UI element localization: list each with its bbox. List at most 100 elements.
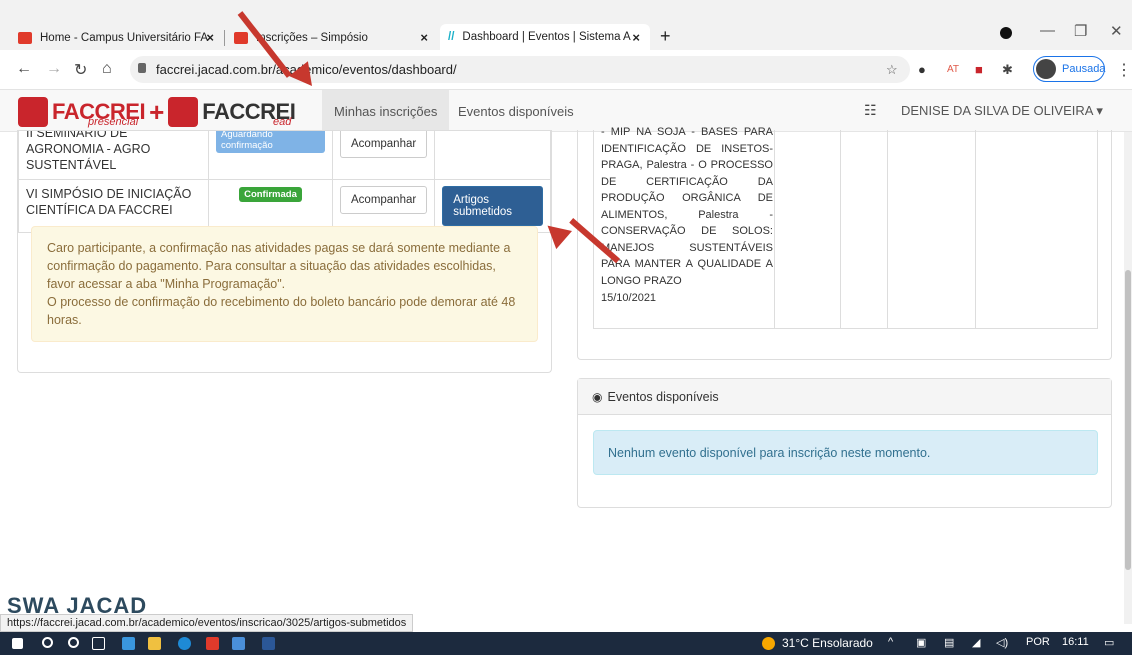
browser-tab-home[interactable]: Home - Campus Universitário FA × xyxy=(18,27,218,48)
back-icon[interactable]: ← xyxy=(16,60,32,78)
extension-shield-icon[interactable]: ■ xyxy=(975,62,983,77)
status-badge: Confirmada xyxy=(239,187,302,202)
payment-warning: Caro participante, a confirmação nas ati… xyxy=(31,226,538,342)
edge-icon[interactable] xyxy=(178,637,191,650)
status-cell: Confirmada xyxy=(208,179,333,233)
lock-icon[interactable] xyxy=(138,63,146,73)
extra-cell xyxy=(434,130,551,180)
window-close-icon[interactable]: ✕ xyxy=(1110,22,1123,40)
sync-label: Pausada xyxy=(1062,63,1106,75)
close-tab-icon[interactable]: × xyxy=(420,30,428,45)
activity-list: - MIP NA SOJA - BASES PARA IDENTIFICAÇÃO… xyxy=(601,126,773,287)
profile-avatar xyxy=(1036,59,1056,79)
action-cell: Acompanhar xyxy=(331,179,436,233)
extra-cell: Artigos submetidos xyxy=(434,179,551,233)
home-icon[interactable]: ⌂ xyxy=(102,60,112,78)
event-name: VI SIMPÓSIO DE INICIAÇÃO CIENTÍFICA DA F… xyxy=(26,187,192,217)
inscriptions-table: II SEMINÁRIO DE AGRONOMIA - AGRO SUSTENT… xyxy=(18,130,551,233)
store-icon[interactable] xyxy=(122,637,135,650)
artigos-submetidos-button[interactable]: Artigos submetidos xyxy=(442,186,543,226)
no-events-alert: Nenhum evento disponível para inscrição … xyxy=(593,430,1098,475)
event-name-cell: II SEMINÁRIO DE AGRONOMIA - AGRO SUSTENT… xyxy=(18,130,209,180)
table-column-divider xyxy=(887,130,888,328)
file-explorer-icon[interactable] xyxy=(148,637,161,650)
close-tab-icon[interactable]: × xyxy=(206,30,214,45)
tab-title: Dashboard | Eventos | Sistema A xyxy=(462,31,631,43)
faccrei-logo-mark-icon xyxy=(18,97,48,127)
scrollbar-thumb[interactable] xyxy=(1125,270,1131,570)
inscriptions-panel: II SEMINÁRIO DE AGRONOMIA - AGRO SUSTENT… xyxy=(17,130,552,373)
forward-icon[interactable]: → xyxy=(46,60,62,78)
bookmark-star-icon[interactable]: ☆ xyxy=(886,62,898,78)
browser-tab-dashboard[interactable]: // Dashboard | Eventos | Sistema A × xyxy=(440,24,650,50)
tray-app-icon[interactable]: ▣ xyxy=(916,636,926,649)
word-icon[interactable] xyxy=(262,637,275,650)
app-navbar: FACCREI presencial + FACCREI ead Minhas … xyxy=(0,90,1132,132)
link-status-bubble: https://faccrei.jacad.com.br/academico/e… xyxy=(0,614,414,632)
tray-chevron-icon[interactable]: ^ xyxy=(888,636,893,648)
tab-eventos-disponiveis[interactable]: Eventos disponíveis xyxy=(446,90,586,132)
acrobat-icon[interactable] xyxy=(206,637,219,650)
browser-toolbar: ← → ↻ ⌂ faccrei.jacad.com.br/academico/e… xyxy=(0,50,1132,90)
activity-date: 15/10/2021 xyxy=(601,292,657,304)
jacad-favicon-icon: // xyxy=(448,31,455,43)
tab-title: Inscrições – Simpósio xyxy=(256,31,368,44)
language-indicator[interactable]: POR xyxy=(1026,636,1050,648)
acompanhar-button[interactable]: Acompanhar xyxy=(340,186,428,214)
tray-window-icon[interactable]: ▤ xyxy=(944,636,954,649)
windows-taskbar: 31°C Ensolarado ^ ▣ ▤ ◢ ◁) POR 16:11 ▭ xyxy=(0,632,1132,655)
restore-icon[interactable]: ❐ xyxy=(1074,22,1087,40)
weather-sun-icon xyxy=(762,637,775,650)
status-cell: Aguardando confirmação xyxy=(208,130,333,180)
table-row: VI SIMPÓSIO DE INICIAÇÃO CIENTÍFICA DA F… xyxy=(18,179,551,233)
faccrei-logo[interactable]: FACCREI presencial + FACCREI ead xyxy=(18,94,296,130)
clock[interactable]: 16:11 xyxy=(1062,636,1089,648)
browser-menu-icon[interactable]: ⋮ xyxy=(1116,60,1132,80)
windows-start-icon[interactable] xyxy=(12,638,23,649)
no-events-text: Nenhum evento disponível para inscrição … xyxy=(608,445,931,460)
address-bar[interactable]: faccrei.jacad.com.br/academico/eventos/d… xyxy=(130,56,910,83)
task-view-icon[interactable] xyxy=(92,637,105,650)
minimize-icon[interactable]: — xyxy=(1040,22,1055,39)
tab-minhas-inscricoes[interactable]: Minhas inscrições xyxy=(322,90,450,132)
close-tab-icon[interactable]: × xyxy=(632,30,640,45)
network-icon[interactable]: ◢ xyxy=(972,636,980,649)
globe-icon: ◉ xyxy=(592,389,603,404)
available-events-panel: ◉ Eventos disponíveis Nenhum evento disp… xyxy=(577,378,1112,508)
cortana-icon[interactable] xyxy=(68,637,79,648)
chrome-icon[interactable] xyxy=(232,637,245,650)
programming-table: - MIP NA SOJA - BASES PARA IDENTIFICAÇÃO… xyxy=(593,126,1098,329)
site-favicon-icon xyxy=(18,31,32,44)
action-cell: Acompanhar xyxy=(331,130,436,180)
extension-robot-icon[interactable]: ● xyxy=(918,62,926,77)
logo-right-sub: ead xyxy=(273,116,292,128)
panel-header: ◉ Eventos disponíveis xyxy=(578,379,1111,415)
event-name: II SEMINÁRIO DE AGRONOMIA - AGRO SUSTENT… xyxy=(26,130,151,173)
status-badge: Aguardando confirmação xyxy=(216,131,325,153)
apps-grid-icon[interactable]: ☷ xyxy=(864,102,877,119)
table-column-divider xyxy=(840,130,841,328)
user-menu[interactable]: DENISE DA SILVA DE OLIVEIRA ▾ xyxy=(901,103,1103,119)
panel-title: Eventos disponíveis xyxy=(607,389,719,404)
extension-at-icon[interactable]: AT xyxy=(947,64,959,75)
table-row: II SEMINÁRIO DE AGRONOMIA - AGRO SUSTENT… xyxy=(18,130,551,180)
search-icon[interactable] xyxy=(42,637,53,648)
tab-title: Home - Campus Universitário FA xyxy=(40,31,209,44)
volume-icon[interactable]: ◁) xyxy=(996,636,1008,649)
notifications-icon[interactable]: ▭ xyxy=(1104,636,1114,649)
faccrei-ead-logo-mark-icon xyxy=(168,97,199,127)
acompanhar-button[interactable]: Acompanhar xyxy=(340,131,428,158)
reload-icon[interactable]: ↻ xyxy=(74,60,87,80)
programming-panel: - MIP NA SOJA - BASES PARA IDENTIFICAÇÃO… xyxy=(577,126,1112,360)
tab-divider xyxy=(224,30,225,46)
programming-cell: - MIP NA SOJA - BASES PARA IDENTIFICAÇÃO… xyxy=(601,126,773,307)
logo-plus: + xyxy=(149,96,165,127)
browser-tab-bar: Home - Campus Universitário FA × Inscriç… xyxy=(0,0,1132,50)
extensions-puzzle-icon[interactable]: ✱ xyxy=(1002,62,1013,78)
table-column-divider xyxy=(774,130,775,328)
weather-text[interactable]: 31°C Ensolarado xyxy=(782,636,873,650)
profile-dot-icon[interactable] xyxy=(1000,27,1012,39)
new-tab-button[interactable]: + xyxy=(660,26,671,47)
site-favicon-icon xyxy=(234,31,248,44)
logo-left-sub: presencial xyxy=(88,116,139,128)
